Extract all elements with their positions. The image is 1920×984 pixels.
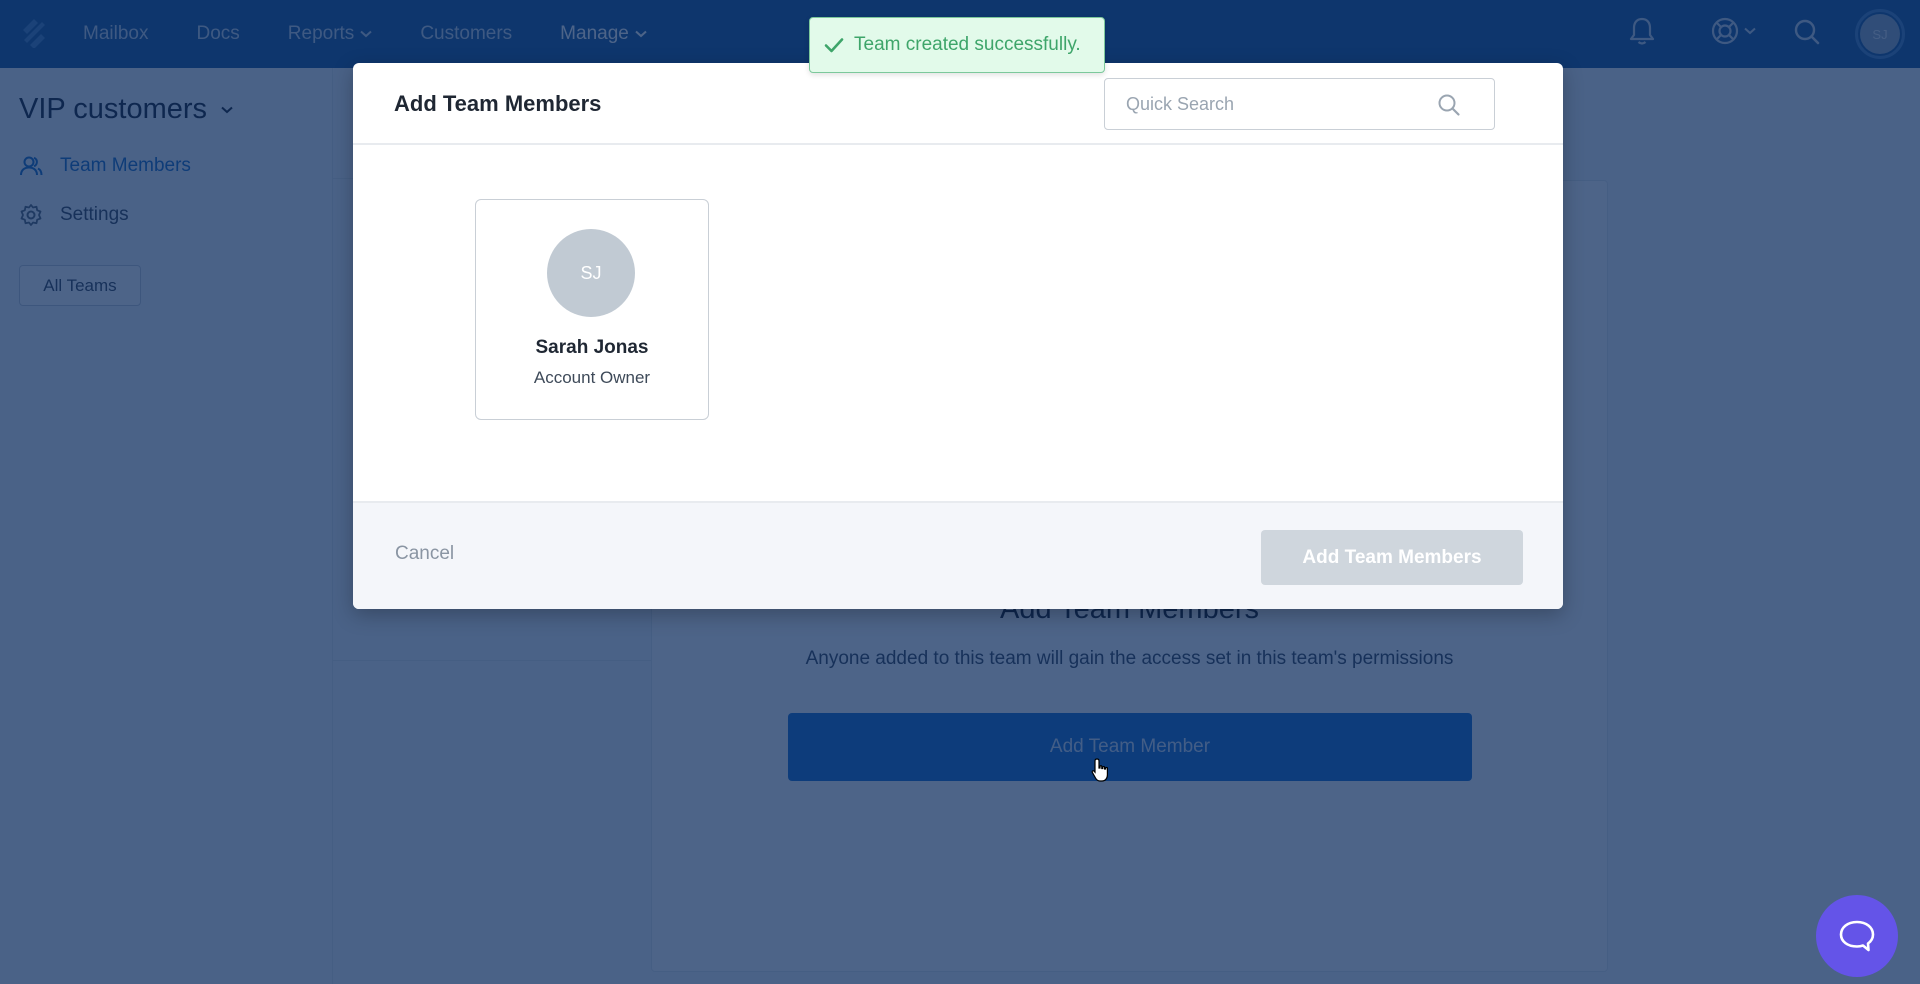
- checkmark-icon: [824, 38, 844, 53]
- modal-header: Add Team Members: [353, 63, 1563, 145]
- add-team-members-submit-button[interactable]: Add Team Members: [1261, 530, 1523, 585]
- modal-body: SJ Sarah Jonas Account Owner: [353, 145, 1563, 501]
- member-avatar: SJ: [547, 229, 635, 317]
- hand-pointer-cursor-icon: [1091, 758, 1108, 782]
- help-beacon-button[interactable]: [1816, 895, 1898, 977]
- modal-footer: Cancel Add Team Members: [353, 501, 1563, 609]
- chat-bubble-icon: [1839, 920, 1875, 952]
- cancel-button[interactable]: Cancel: [395, 543, 454, 565]
- member-role: Account Owner: [533, 368, 651, 387]
- search-icon[interactable]: [1437, 93, 1461, 117]
- quick-search-input[interactable]: [1105, 80, 1425, 128]
- quick-search-field[interactable]: [1104, 78, 1495, 130]
- add-team-members-modal: Add Team Members SJ Sarah Jonas Account …: [353, 63, 1563, 609]
- success-toast: Team created successfully.: [809, 17, 1105, 73]
- modal-title: Add Team Members: [394, 91, 602, 116]
- member-card[interactable]: SJ Sarah Jonas Account Owner: [475, 199, 709, 420]
- member-name: Sarah Jonas: [535, 337, 649, 358]
- toast-message: Team created successfully.: [854, 34, 1081, 55]
